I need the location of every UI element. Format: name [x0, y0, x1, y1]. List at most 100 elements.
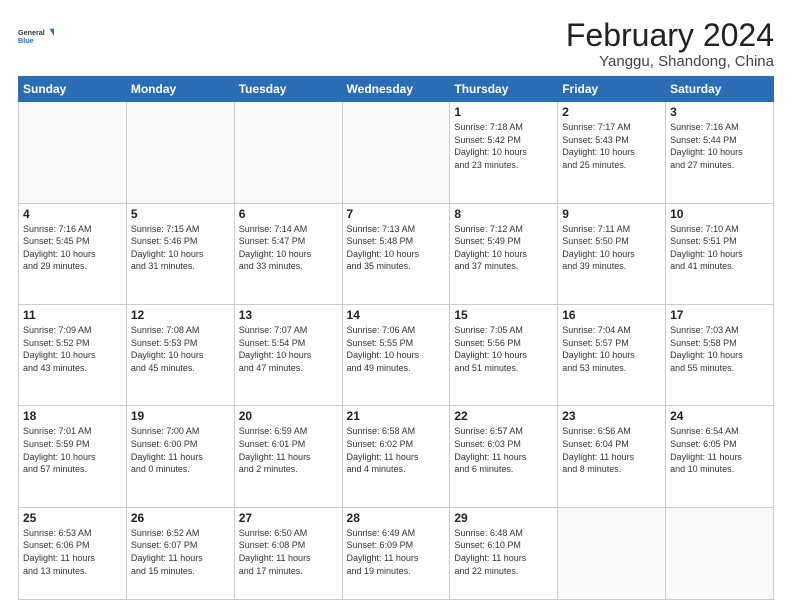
- day-number: 21: [347, 409, 446, 423]
- day-info: Sunrise: 6:52 AMSunset: 6:07 PMDaylight:…: [131, 527, 230, 577]
- day-number: 24: [670, 409, 769, 423]
- calendar-cell: 9Sunrise: 7:11 AMSunset: 5:50 PMDaylight…: [558, 203, 666, 304]
- day-info: Sunrise: 7:13 AMSunset: 5:48 PMDaylight:…: [347, 223, 446, 273]
- day-number: 16: [562, 308, 661, 322]
- calendar-cell: 20 Sunrise: 6:59 AMSunset: 6:01 PMDayligh…: [234, 406, 342, 507]
- calendar-cell: 11 Sunrise: 7:09 AMSunset: 5:52 PMDayligh…: [19, 305, 127, 406]
- week-row-0: 1 Sunrise: 7:18 AMSunset: 5:42 PMDaylight…: [19, 102, 774, 203]
- weekday-monday: Monday: [126, 77, 234, 102]
- weekday-wednesday: Wednesday: [342, 77, 450, 102]
- calendar-cell: [342, 102, 450, 203]
- day-number: 11: [23, 308, 122, 322]
- calendar-cell: 2 Sunrise: 7:17 AMSunset: 5:43 PMDaylight…: [558, 102, 666, 203]
- day-info: Sunrise: 6:58 AMSunset: 6:02 PMDaylight:…: [347, 425, 446, 475]
- calendar-cell: 10 Sunrise: 7:10 AMSunset: 5:51 PMDayligh…: [666, 203, 774, 304]
- calendar-cell: 8 Sunrise: 7:12 AMSunset: 5:49 PMDaylight…: [450, 203, 558, 304]
- calendar-cell: 5Sunrise: 7:15 AMSunset: 5:46 PMDaylight…: [126, 203, 234, 304]
- day-number: 25: [23, 511, 122, 525]
- day-info: Sunrise: 7:09 AMSunset: 5:52 PMDaylight:…: [23, 324, 122, 374]
- calendar-cell: 14Sunrise: 7:06 AMSunset: 5:55 PMDayligh…: [342, 305, 450, 406]
- calendar-cell: 22 Sunrise: 6:57 AMSunset: 6:03 PMDayligh…: [450, 406, 558, 507]
- calendar-cell: 29 Sunrise: 6:48 AMSunset: 6:10 PMDayligh…: [450, 507, 558, 599]
- day-info: Sunrise: 7:17 AMSunset: 5:43 PMDaylight:…: [562, 121, 661, 171]
- calendar-cell: 16 Sunrise: 7:04 AMSunset: 5:57 PMDayligh…: [558, 305, 666, 406]
- weekday-tuesday: Tuesday: [234, 77, 342, 102]
- calendar-cell: 27 Sunrise: 6:50 AMSunset: 6:08 PMDayligh…: [234, 507, 342, 599]
- day-info: Sunrise: 7:07 AMSunset: 5:54 PMDaylight:…: [239, 324, 338, 374]
- calendar-cell: [558, 507, 666, 599]
- day-info: Sunrise: 7:15 AMSunset: 5:46 PMDaylight:…: [131, 223, 230, 273]
- day-info: Sunrise: 7:16 AMSunset: 5:44 PMDaylight:…: [670, 121, 769, 171]
- day-info: Sunrise: 6:49 AMSunset: 6:09 PMDaylight:…: [347, 527, 446, 577]
- calendar-cell: 1 Sunrise: 7:18 AMSunset: 5:42 PMDaylight…: [450, 102, 558, 203]
- day-number: 26: [131, 511, 230, 525]
- main-title: February 2024: [566, 18, 774, 53]
- calendar-cell: [19, 102, 127, 203]
- day-number: 10: [670, 207, 769, 221]
- day-info: Sunrise: 7:03 AMSunset: 5:58 PMDaylight:…: [670, 324, 769, 374]
- calendar-cell: 21 Sunrise: 6:58 AMSunset: 6:02 PMDayligh…: [342, 406, 450, 507]
- day-number: 19: [131, 409, 230, 423]
- weekday-header-row: SundayMondayTuesdayWednesdayThursdayFrid…: [19, 77, 774, 102]
- day-info: Sunrise: 7:18 AMSunset: 5:42 PMDaylight:…: [454, 121, 553, 171]
- day-info: Sunrise: 7:11 AMSunset: 5:50 PMDaylight:…: [562, 223, 661, 273]
- day-number: 18: [23, 409, 122, 423]
- day-info: Sunrise: 7:10 AMSunset: 5:51 PMDaylight:…: [670, 223, 769, 273]
- day-info: Sunrise: 7:01 AMSunset: 5:59 PMDaylight:…: [23, 425, 122, 475]
- subtitle: Yanggu, Shandong, China: [566, 53, 774, 70]
- calendar-cell: 6Sunrise: 7:14 AMSunset: 5:47 PMDaylight…: [234, 203, 342, 304]
- logo: General Blue: [18, 18, 54, 54]
- calendar-cell: 7 Sunrise: 7:13 AMSunset: 5:48 PMDaylight…: [342, 203, 450, 304]
- day-number: 14: [347, 308, 446, 322]
- day-number: 12: [131, 308, 230, 322]
- weekday-saturday: Saturday: [666, 77, 774, 102]
- calendar-table: SundayMondayTuesdayWednesdayThursdayFrid…: [18, 76, 774, 600]
- day-info: Sunrise: 7:05 AMSunset: 5:56 PMDaylight:…: [454, 324, 553, 374]
- day-info: Sunrise: 6:50 AMSunset: 6:08 PMDaylight:…: [239, 527, 338, 577]
- calendar-cell: [126, 102, 234, 203]
- day-number: 20: [239, 409, 338, 423]
- day-number: 23: [562, 409, 661, 423]
- day-info: Sunrise: 6:57 AMSunset: 6:03 PMDaylight:…: [454, 425, 553, 475]
- day-info: Sunrise: 6:54 AMSunset: 6:05 PMDaylight:…: [670, 425, 769, 475]
- day-number: 1: [454, 105, 553, 119]
- week-row-4: 25Sunrise: 6:53 AMSunset: 6:06 PMDayligh…: [19, 507, 774, 599]
- day-number: 4: [23, 207, 122, 221]
- title-block: February 2024 Yanggu, Shandong, China: [566, 18, 774, 70]
- calendar-cell: [234, 102, 342, 203]
- day-info: Sunrise: 6:59 AMSunset: 6:01 PMDaylight:…: [239, 425, 338, 475]
- calendar-cell: 18 Sunrise: 7:01 AMSunset: 5:59 PMDayligh…: [19, 406, 127, 507]
- day-number: 8: [454, 207, 553, 221]
- calendar-cell: 15Sunrise: 7:05 AMSunset: 5:56 PMDayligh…: [450, 305, 558, 406]
- weekday-sunday: Sunday: [19, 77, 127, 102]
- week-row-3: 18 Sunrise: 7:01 AMSunset: 5:59 PMDayligh…: [19, 406, 774, 507]
- calendar-cell: [666, 507, 774, 599]
- calendar-cell: 17 Sunrise: 7:03 AMSunset: 5:58 PMDayligh…: [666, 305, 774, 406]
- day-info: Sunrise: 6:56 AMSunset: 6:04 PMDaylight:…: [562, 425, 661, 475]
- logo-svg: General Blue: [18, 18, 54, 54]
- day-number: 27: [239, 511, 338, 525]
- day-info: Sunrise: 7:04 AMSunset: 5:57 PMDaylight:…: [562, 324, 661, 374]
- day-number: 6: [239, 207, 338, 221]
- day-info: Sunrise: 7:12 AMSunset: 5:49 PMDaylight:…: [454, 223, 553, 273]
- day-number: 22: [454, 409, 553, 423]
- calendar-cell: 25Sunrise: 6:53 AMSunset: 6:06 PMDayligh…: [19, 507, 127, 599]
- day-number: 17: [670, 308, 769, 322]
- day-info: Sunrise: 7:00 AMSunset: 6:00 PMDaylight:…: [131, 425, 230, 475]
- header: General Blue February 2024 Yanggu, Shand…: [18, 18, 774, 70]
- calendar-cell: 24 Sunrise: 6:54 AMSunset: 6:05 PMDayligh…: [666, 406, 774, 507]
- day-info: Sunrise: 6:48 AMSunset: 6:10 PMDaylight:…: [454, 527, 553, 577]
- day-info: Sunrise: 7:08 AMSunset: 5:53 PMDaylight:…: [131, 324, 230, 374]
- calendar-cell: 12 Sunrise: 7:08 AMSunset: 5:53 PMDayligh…: [126, 305, 234, 406]
- week-row-1: 4Sunrise: 7:16 AMSunset: 5:45 PMDaylight…: [19, 203, 774, 304]
- calendar-cell: 4Sunrise: 7:16 AMSunset: 5:45 PMDaylight…: [19, 203, 127, 304]
- svg-text:Blue: Blue: [18, 36, 34, 45]
- calendar-cell: 23 Sunrise: 6:56 AMSunset: 6:04 PMDayligh…: [558, 406, 666, 507]
- day-number: 29: [454, 511, 553, 525]
- week-row-2: 11 Sunrise: 7:09 AMSunset: 5:52 PMDayligh…: [19, 305, 774, 406]
- day-number: 2: [562, 105, 661, 119]
- svg-text:General: General: [18, 28, 45, 37]
- day-number: 28: [347, 511, 446, 525]
- day-number: 7: [347, 207, 446, 221]
- calendar-cell: 26 Sunrise: 6:52 AMSunset: 6:07 PMDayligh…: [126, 507, 234, 599]
